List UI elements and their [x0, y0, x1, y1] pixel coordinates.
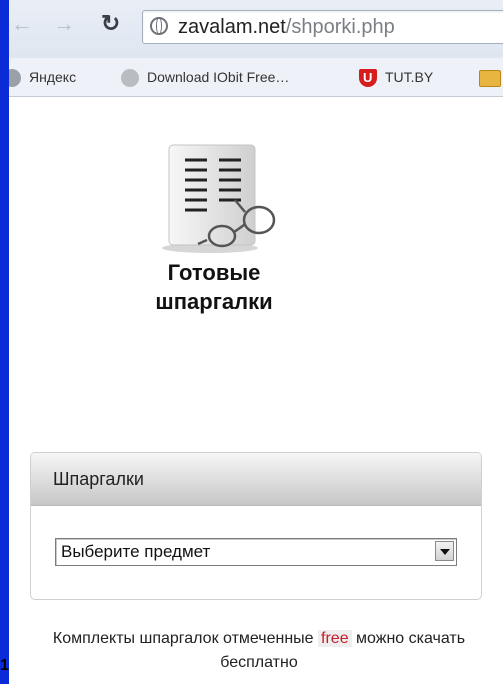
bookmarks-bar: Яндекс Download IObit Free… TUT.BY	[9, 58, 503, 97]
person-icon	[121, 69, 139, 88]
bookmark-label: TUT.BY	[385, 69, 434, 85]
logo-title[interactable]: Готовые шпаргалки	[109, 258, 319, 316]
cheatsheet-logo-icon[interactable]	[155, 140, 285, 260]
browser-toolbar: ← → ↻ zavalam.net/shporki.php	[9, 0, 503, 58]
bookmark-yandex[interactable]: Яндекс	[9, 66, 76, 88]
folder-icon	[479, 69, 501, 87]
chevron-down-icon[interactable]	[435, 541, 454, 561]
url-host: zavalam.net	[178, 16, 286, 38]
footer-text-before: Комплекты шпаргалок отмеченные	[52, 630, 314, 647]
logo-title-line1: Готовые	[167, 260, 261, 285]
subject-panel: Шпаргалки Выберите предмет	[30, 452, 482, 600]
bookmark-tutby[interactable]: TUT.BY	[359, 66, 434, 89]
tutby-icon	[359, 67, 377, 89]
bookmark-iobit[interactable]: Download IObit Free…	[121, 66, 289, 88]
back-arrow-icon[interactable]: ←	[11, 13, 33, 35]
corner-marker: 1	[0, 657, 9, 674]
select-value: Выберите предмет	[61, 542, 211, 561]
footer-note: Комплекты шпаргалок отмеченные free можн…	[24, 627, 494, 675]
url-path: /shporki.php	[285, 16, 395, 38]
bookmark-label: Download IObit Free…	[147, 69, 290, 85]
globe-icon	[150, 17, 168, 35]
forward-arrow-icon[interactable]: →	[53, 13, 75, 35]
reload-icon[interactable]: ↻	[101, 12, 120, 35]
url-text[interactable]: zavalam.net/shporki.php	[178, 16, 395, 38]
panel-title: Шпаргалки	[31, 453, 481, 506]
free-badge: free	[318, 630, 352, 647]
bookmark-folder[interactable]	[479, 66, 503, 88]
address-bar[interactable]: zavalam.net/shporki.php	[142, 10, 503, 44]
yandex-icon	[9, 69, 21, 88]
bookmark-label: Яндекс	[29, 69, 77, 85]
browser-window: ← → ↻ zavalam.net/shporki.php Яндекс Dow…	[9, 0, 503, 684]
subject-select[interactable]: Выберите предмет	[55, 538, 457, 566]
logo-title-line2: шпаргалки	[155, 289, 273, 314]
